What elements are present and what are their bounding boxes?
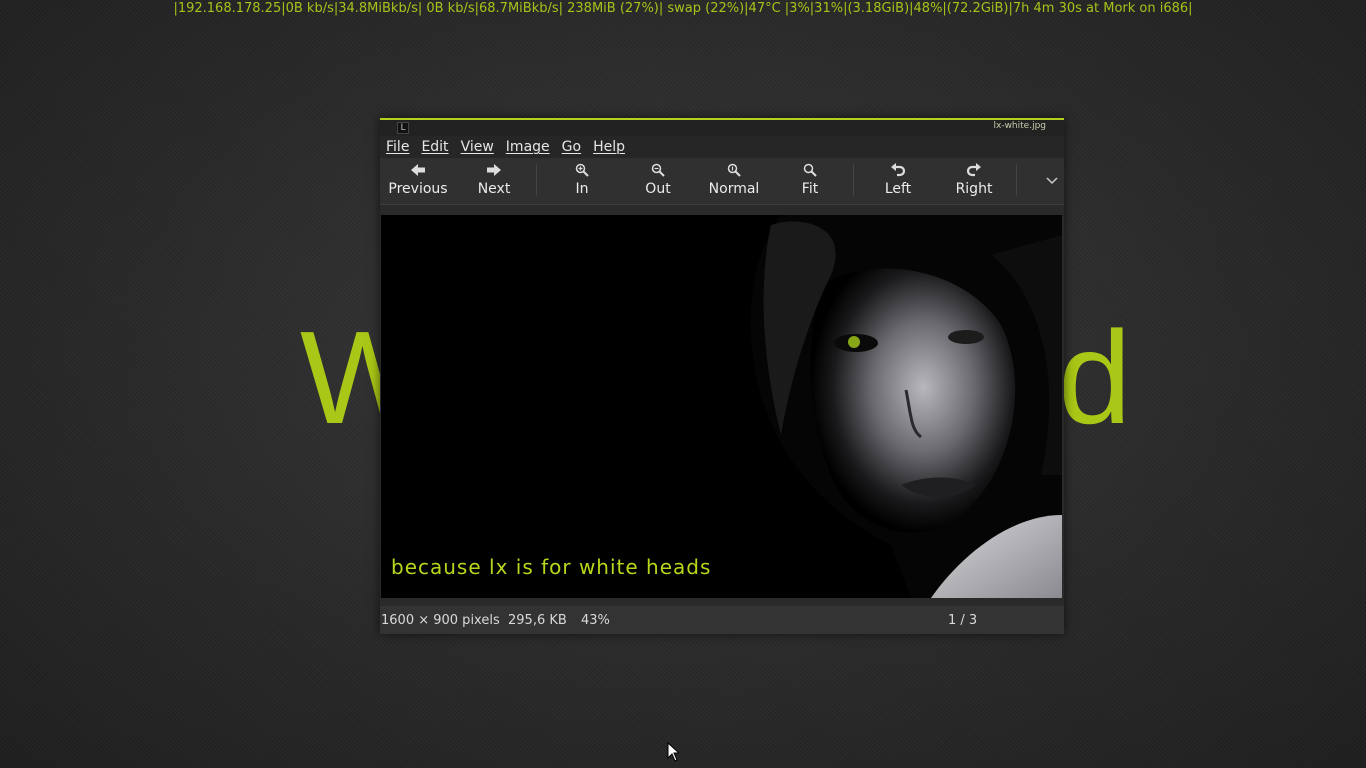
previous-label: Previous [388, 181, 448, 197]
next-button[interactable]: Next [459, 161, 529, 201]
system-status-bar: |192.168.178.25|0B kb/s|34.8MiBkb/s| 0B … [173, 1, 1193, 16]
zoom-normal-label: Normal [708, 181, 760, 197]
arrow-left-icon [383, 161, 453, 179]
rotate-left-label: Left [884, 181, 912, 197]
zoom-out-icon [623, 161, 693, 179]
displayed-image: because lx is for white heads [381, 215, 1062, 598]
image-position: 1 / 3 [948, 613, 978, 628]
menu-help[interactable]: Help [593, 139, 625, 155]
zoom-in-button[interactable]: In [547, 161, 617, 201]
toolbar-separator [853, 164, 854, 196]
previous-button[interactable]: Previous [383, 161, 453, 201]
zoom-out-label: Out [645, 181, 671, 197]
menu-bar: File Edit View Image Go Help [380, 136, 1064, 158]
toolbar-overflow-button[interactable] [1044, 172, 1060, 188]
zoom-in-icon [547, 161, 617, 179]
menu-view[interactable]: View [461, 139, 494, 155]
image-dimensions: 1600 × 900 pixels [381, 613, 500, 628]
menu-file[interactable]: File [386, 139, 409, 155]
menu-go[interactable]: Go [562, 139, 581, 155]
toolbar-separator [536, 164, 537, 196]
image-caption: because lx is for white heads [391, 555, 712, 579]
zoom-original-icon [699, 161, 769, 179]
zoom-level: 43% [581, 613, 610, 628]
image-canvas[interactable]: because lx is for white heads [380, 205, 1064, 606]
zoom-out-button[interactable]: Out [623, 161, 693, 201]
zoom-in-label: In [575, 181, 589, 197]
zoom-fit-button[interactable]: Fit [775, 161, 845, 201]
rotate-left-icon [863, 161, 933, 179]
rotate-right-label: Right [955, 181, 993, 197]
zoom-fit-label: Fit [801, 181, 819, 197]
window-title: lx-white.jpg [993, 121, 1047, 131]
wallpaper-letter-right: d [1058, 304, 1131, 451]
rotate-left-button[interactable]: Left [863, 161, 933, 201]
toolbar: Previous Next In Out Normal Fit Left Rig… [380, 158, 1064, 205]
zoom-normal-button[interactable]: Normal [699, 161, 769, 201]
menu-edit[interactable]: Edit [421, 139, 448, 155]
portrait-graphic [750, 215, 1062, 598]
rotate-right-icon [939, 161, 1009, 179]
app-icon[interactable]: L [397, 122, 409, 134]
arrow-right-icon [459, 161, 529, 179]
window-titlebar[interactable]: L lx-white.jpg [380, 118, 1064, 136]
rotate-right-button[interactable]: Right [939, 161, 1009, 201]
menu-image[interactable]: Image [506, 139, 550, 155]
toolbar-separator [1016, 164, 1017, 196]
zoom-fit-icon [775, 161, 845, 179]
mouse-cursor-icon [667, 742, 679, 762]
image-filesize: 295,6 KB [508, 613, 567, 628]
chevron-down-icon [1046, 177, 1058, 185]
image-viewer-window: L lx-white.jpg File Edit View Image Go H… [380, 118, 1064, 634]
image-info-bar: 1600 × 900 pixels 295,6 KB 43% 1 / 3 [380, 608, 1064, 634]
next-label: Next [477, 181, 511, 197]
